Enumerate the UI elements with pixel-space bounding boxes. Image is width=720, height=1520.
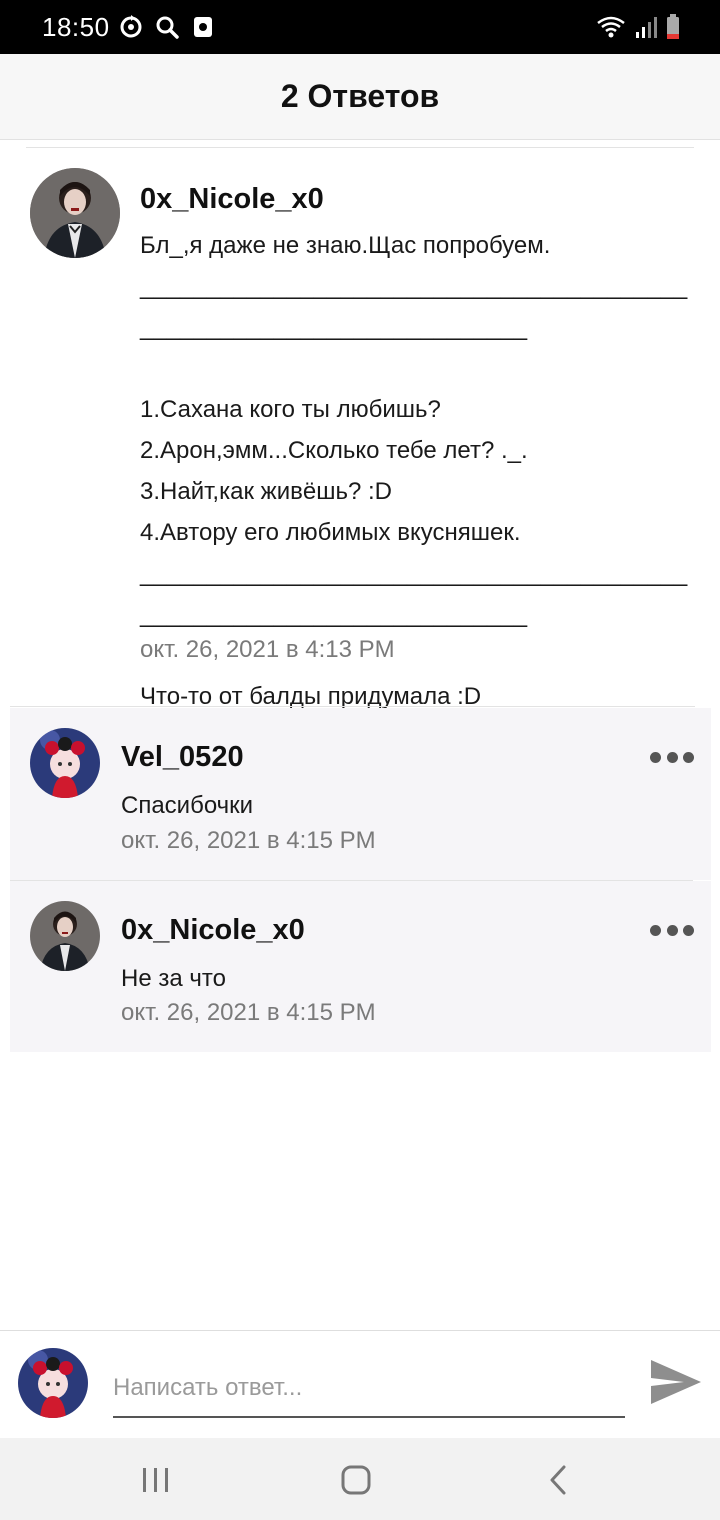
sync-icon [120,15,142,38]
wifi-icon [597,16,625,38]
recent-apps-icon [143,1468,168,1492]
screenshot-icon [194,17,212,37]
send-button[interactable] [648,1356,704,1408]
home-icon [341,1465,371,1495]
reply-author[interactable]: Vel_0520 [121,741,244,774]
signal-icon [636,17,657,38]
reply-item: 0x_Nicole_x0 Не за что окт. 26, 2021 в 4… [10,881,711,1052]
reply-author[interactable]: 0x_Nicole_x0 [121,914,305,947]
avatar[interactable] [30,728,100,798]
avatar[interactable] [30,901,100,971]
reply-date: окт. 26, 2021 в 4:15 PM [121,827,376,854]
divider [26,147,694,148]
comment-author[interactable]: 0x_Nicole_x0 [140,183,324,216]
system-nav-bar [0,1438,720,1520]
recent-apps-button[interactable] [132,1456,180,1504]
status-time: 18:50 [42,12,110,42]
current-user-avatar[interactable] [18,1348,88,1418]
divider [10,706,695,707]
reply-input[interactable] [113,1360,625,1418]
battery-icon [667,14,679,39]
home-button[interactable] [332,1456,380,1504]
page-header: 2 Ответов [0,54,720,140]
reply-date: окт. 26, 2021 в 4:15 PM [121,999,376,1026]
search-icon [156,16,179,39]
reply-text: Спасибочки [121,792,254,819]
status-bar: 18:50 [0,0,720,54]
comment-date: окт. 26, 2021 в 4:13 PM [140,636,395,663]
reply-item: Vel_0520 Спасибочки окт. 26, 2021 в 4:15… [10,708,711,880]
reply-text: Не за что [121,965,226,992]
more-options-icon[interactable] [650,750,694,764]
more-options-icon[interactable] [650,923,694,937]
page-title: 2 Ответов [280,78,440,114]
send-icon [651,1360,701,1404]
avatar[interactable] [30,168,120,258]
main-comment: 0x_Nicole_x0 Бл_,я даже не знаю.Щас попр… [0,150,720,710]
back-button[interactable] [534,1456,582,1504]
back-icon [550,1465,566,1495]
